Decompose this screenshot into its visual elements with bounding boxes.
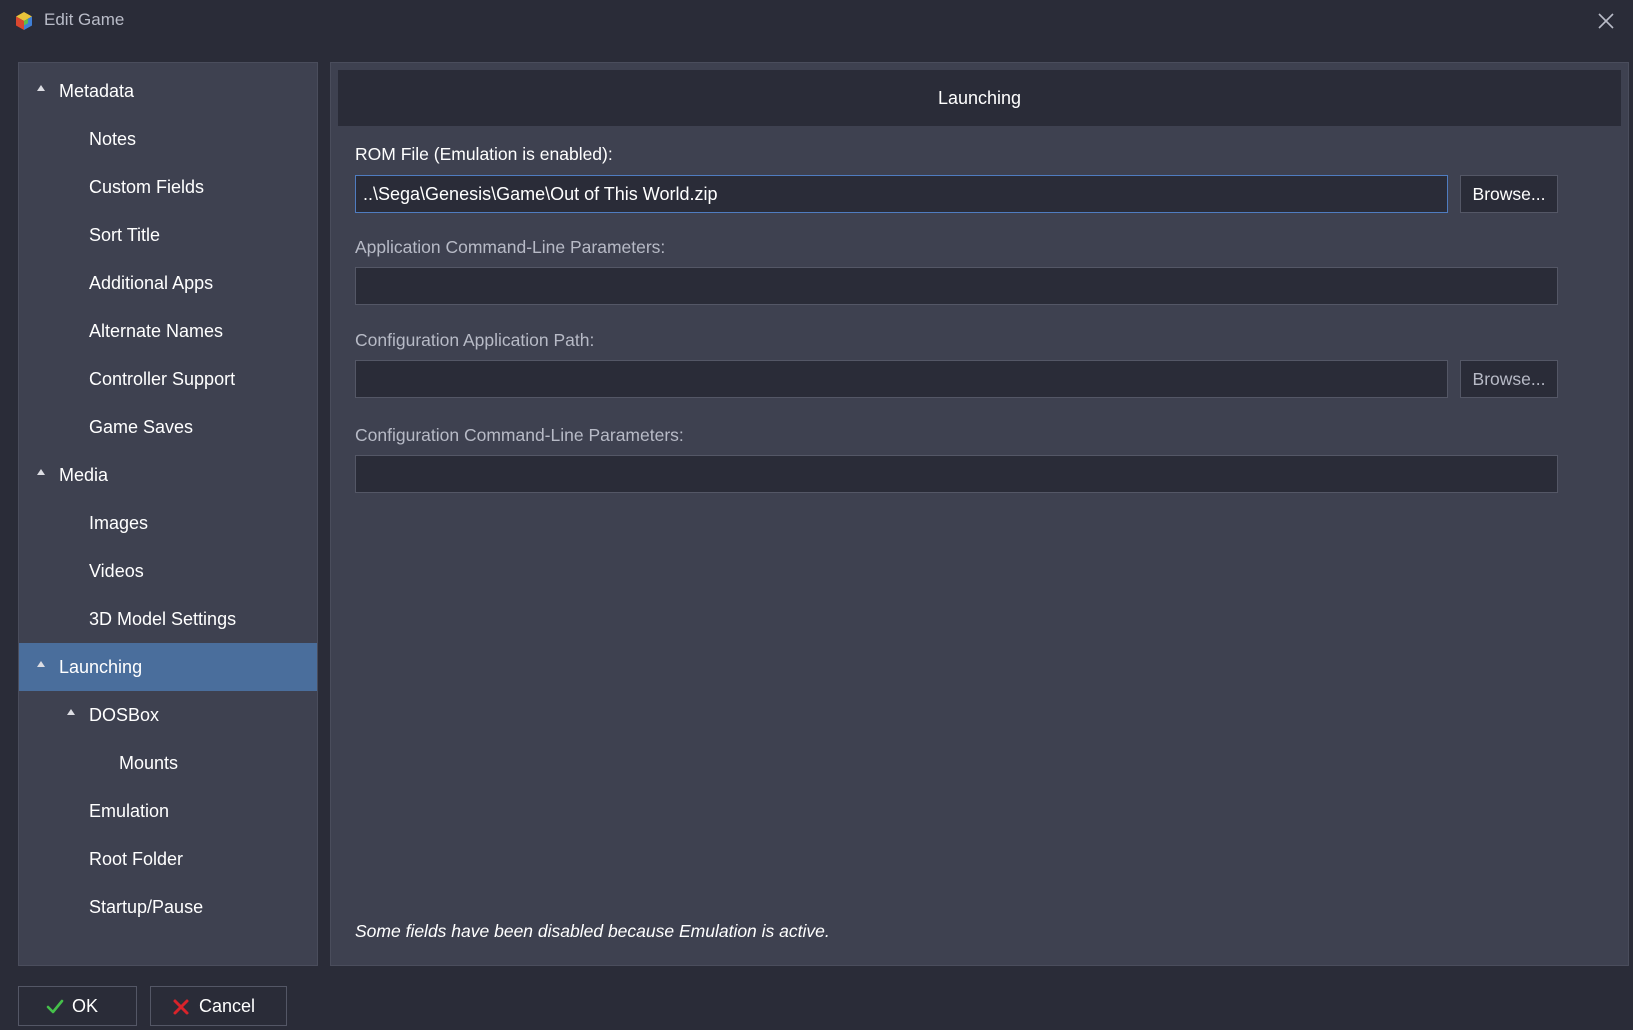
config-params-input[interactable] xyxy=(355,455,1558,493)
section-header: Launching xyxy=(338,70,1621,126)
sidebar-item-label: Images xyxy=(89,513,149,533)
sidebar-item-label: Custom Fields xyxy=(89,177,205,197)
sidebar-item-label: Root Folder xyxy=(89,849,184,869)
cancel-button[interactable]: Cancel xyxy=(150,986,287,1026)
sidebar-item-label: Metadata xyxy=(59,81,135,101)
rom-browse-button[interactable]: Browse... xyxy=(1460,175,1558,213)
expand-arrow-icon[interactable] xyxy=(67,709,75,715)
sidebar-item-mounts[interactable]: Mounts xyxy=(19,739,317,787)
sidebar-item-root-folder[interactable]: Root Folder xyxy=(19,835,317,883)
expand-arrow-icon[interactable] xyxy=(37,469,45,475)
sidebar-item-label: Emulation xyxy=(89,801,170,821)
sidebar-item-notes[interactable]: Notes xyxy=(19,115,317,163)
sidebar-item-label: Sort Title xyxy=(89,225,161,245)
sidebar-item-label: Videos xyxy=(89,561,144,581)
window-title: Edit Game xyxy=(44,10,125,29)
config-path-label: Configuration Application Path: xyxy=(355,330,595,350)
rom-file-input[interactable] xyxy=(355,175,1448,213)
sidebar-item-label: Controller Support xyxy=(89,369,236,389)
sidebar-item-startup-pause[interactable]: Startup/Pause xyxy=(19,883,317,931)
sidebar-item-label: Notes xyxy=(89,129,137,149)
sidebar-item-label: Alternate Names xyxy=(89,321,224,341)
sidebar-item-metadata[interactable]: Metadata xyxy=(19,67,317,115)
sidebar-item-controller-support[interactable]: Controller Support xyxy=(19,355,317,403)
sidebar-item-videos[interactable]: Videos xyxy=(19,547,317,595)
config-path-input[interactable] xyxy=(355,360,1448,398)
sidebar-item-label: Additional Apps xyxy=(89,273,214,293)
app-cube-icon xyxy=(16,12,32,30)
sidebar-item-label: Game Saves xyxy=(89,417,194,437)
config-params-label: Configuration Command-Line Parameters: xyxy=(355,425,684,445)
sidebar-item-game-saves[interactable]: Game Saves xyxy=(19,403,317,451)
sidebar-item-media[interactable]: Media xyxy=(19,451,317,499)
sidebar-tree: Metadata Notes Custom Fields Sort Title Addi… xyxy=(18,62,318,966)
sidebar-item-additional-apps[interactable]: Additional Apps xyxy=(19,259,317,307)
sidebar-item-label: Mounts xyxy=(119,753,179,773)
sidebar-item-3d-model-settings[interactable]: 3D Model Settings xyxy=(19,595,317,643)
sidebar-item-label: Launching xyxy=(59,657,143,677)
rom-file-label: ROM File (Emulation is enabled): xyxy=(355,144,613,164)
sidebar-item-emulation[interactable]: Emulation xyxy=(19,787,317,835)
cross-icon xyxy=(173,999,189,1015)
sidebar-item-label: DOSBox xyxy=(89,705,160,725)
sidebar-item-alternate-names[interactable]: Alternate Names xyxy=(19,307,317,355)
sidebar-item-label: 3D Model Settings xyxy=(89,609,237,629)
emulation-note: Some fields have been disabled because E… xyxy=(355,921,830,941)
checkmark-icon xyxy=(46,999,64,1014)
ok-label: OK xyxy=(72,996,99,1016)
sidebar-item-custom-fields[interactable]: Custom Fields xyxy=(19,163,317,211)
cancel-label: Cancel xyxy=(199,996,256,1016)
ok-button[interactable]: OK xyxy=(18,986,137,1026)
sidebar-item-images[interactable]: Images xyxy=(19,499,317,547)
app-params-label: Application Command-Line Parameters: xyxy=(355,237,666,257)
sidebar-item-dosbox[interactable]: DOSBox xyxy=(19,691,317,739)
config-browse-button[interactable]: Browse... xyxy=(1460,360,1558,398)
title-bar: Edit Game xyxy=(0,0,1633,42)
sidebar-item-label: Media xyxy=(59,465,109,485)
close-icon[interactable] xyxy=(1593,8,1619,34)
sidebar-item-sort-title[interactable]: Sort Title xyxy=(19,211,317,259)
sidebar-item-label: Startup/Pause xyxy=(89,897,204,917)
expand-arrow-icon[interactable] xyxy=(37,85,45,91)
main-panel: Launching ROM File (Emulation is enabled… xyxy=(330,62,1629,966)
app-params-input[interactable] xyxy=(355,267,1558,305)
expand-arrow-icon[interactable] xyxy=(37,661,45,667)
sidebar-item-launching[interactable]: Launching xyxy=(19,643,317,691)
